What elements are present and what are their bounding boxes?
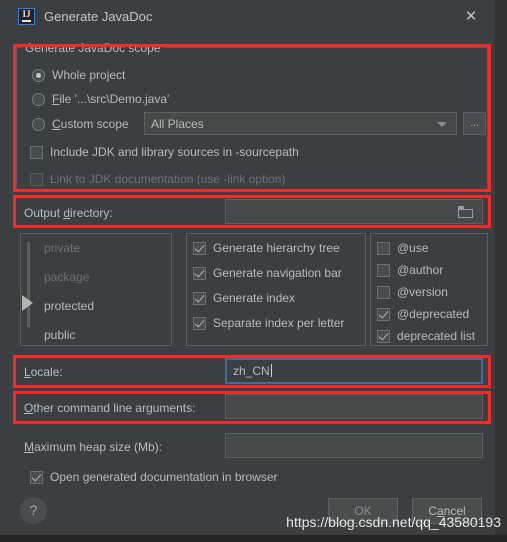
radio-label: Whole project [52,68,126,82]
checkbox-use-tag[interactable]: @use [377,241,429,255]
checkbox-generate-index[interactable]: Generate index [193,291,295,305]
checkbox-indicator [377,329,390,343]
checkbox-open-in-browser[interactable]: Open generated documentation in browser [30,470,278,484]
dialog-title: Generate JavaDoc [44,9,153,24]
checkbox-label: Link to JDK documentation (use -link opt… [50,172,286,186]
visibility-slider-thumb[interactable] [22,295,33,311]
output-directory-label: Output directory: [24,206,113,220]
app-icon-underline [22,20,31,22]
checkbox-label: @deprecated [397,307,470,321]
checkbox-label: deprecated list [397,329,476,343]
locale-input[interactable]: zh_CN [225,358,483,384]
checkbox-label: Separate index per letter [213,316,345,330]
chevron-down-icon [437,121,447,127]
checkbox-label: Generate navigation bar [213,266,342,280]
radio-indicator [32,117,45,131]
visibility-level-public[interactable]: public [44,328,75,342]
checkbox-deprecated-tag[interactable]: @deprecated [377,307,469,321]
checkbox-include-jdk-sources[interactable]: Include JDK and library sources in -sour… [30,145,299,159]
checkbox-indicator [30,172,43,186]
checkbox-generate-navigation-bar[interactable]: Generate navigation bar [193,266,342,280]
locale-label: Locale: [24,365,63,379]
radio-indicator [32,68,45,82]
checkbox-separate-index-per-letter[interactable]: Separate index per letter [193,316,344,330]
window-right-edge [495,0,507,542]
radio-label: File '...\src\Demo.java' [52,92,170,106]
other-arguments-input[interactable] [225,394,483,419]
checkbox-version-tag[interactable]: @version [377,285,448,299]
checkbox-indicator [193,316,206,330]
app-icon-text: IJ [22,9,31,19]
radio-whole-project[interactable]: Whole project [32,68,125,82]
scope-group-title: Generate JavaDoc scope [22,41,164,55]
help-button[interactable]: ? [20,497,47,524]
checkbox-label: Generate index [213,291,296,305]
visibility-level-private: private [44,241,81,255]
window-bottom-edge [0,535,507,542]
visibility-slider-track[interactable] [27,242,30,327]
ellipsis-icon: ... [470,118,479,129]
checkbox-indicator [193,291,206,305]
checkbox-indicator [30,145,43,159]
checkbox-indicator [377,263,390,277]
locale-value: zh_CN [233,364,272,378]
radio-label: Custom scope [52,117,129,131]
max-heap-size-label: Maximum heap size (Mb): [24,440,163,454]
folder-icon[interactable] [458,205,473,218]
close-icon[interactable]: ✕ [461,7,481,27]
custom-scope-value: All Places [151,116,204,131]
checkbox-label: @use [397,241,429,255]
max-heap-size-input[interactable] [225,433,483,458]
intellij-idea-icon: IJ [18,8,35,25]
visibility-panel [20,233,172,346]
checkbox-indicator [377,241,390,255]
watermark: https://blog.csdn.net/qq_43580193 [286,514,501,530]
checkbox-indicator [193,266,206,280]
custom-scope-browse-button[interactable]: ... [463,112,486,135]
question-mark-icon: ? [29,502,38,518]
visibility-level-package: package [44,270,90,284]
visibility-level-protected[interactable]: protected [44,299,94,313]
generate-javadoc-dialog: IJ Generate JavaDoc ✕ Generate JavaDoc s… [0,0,495,535]
checkbox-label: @author [397,263,444,277]
checkbox-label: @version [397,285,448,299]
radio-custom-scope[interactable]: Custom scope [32,117,129,131]
checkbox-label: Generate hierarchy tree [213,241,340,255]
checkbox-author-tag[interactable]: @author [377,263,443,277]
title-bar: IJ Generate JavaDoc ✕ [0,0,495,34]
output-directory-input[interactable] [225,199,483,224]
checkbox-generate-hierarchy-tree[interactable]: Generate hierarchy tree [193,241,340,255]
checkbox-deprecated-list[interactable]: deprecated list [377,329,475,343]
checkbox-indicator [377,307,390,321]
checkbox-label: Open generated documentation in browser [50,470,278,484]
custom-scope-dropdown[interactable]: All Places [144,112,457,135]
radio-indicator [32,92,45,106]
checkbox-indicator [193,241,206,255]
checkbox-label: Include JDK and library sources in -sour… [50,145,299,159]
checkbox-link-jdk-docs: Link to JDK documentation (use -link opt… [30,172,285,186]
checkbox-indicator [30,470,43,484]
other-arguments-label: Other command line arguments: [24,401,196,415]
checkbox-indicator [377,285,390,299]
radio-file[interactable]: File '...\src\Demo.java' [32,92,169,106]
